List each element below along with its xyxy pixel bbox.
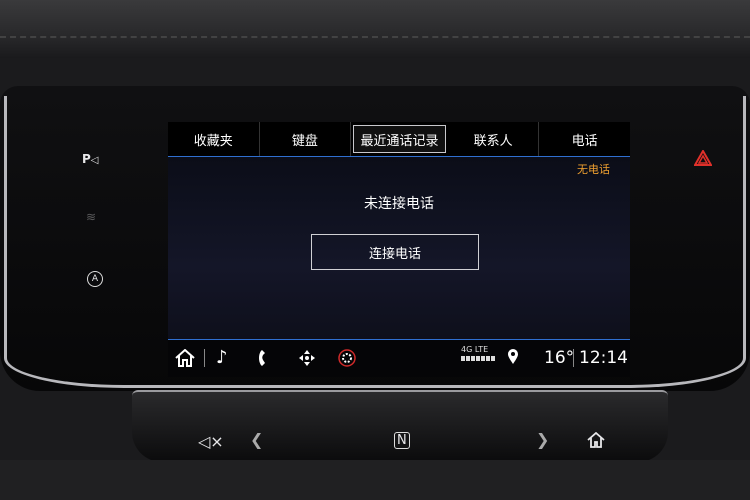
- park-assist-label: P: [82, 152, 91, 166]
- time-divider: [573, 349, 574, 367]
- tab-contacts[interactable]: 联系人: [448, 122, 540, 156]
- dashboard-stitching: [0, 36, 750, 38]
- location-pin-icon: [508, 349, 518, 364]
- no-phone-status: 无电话: [577, 163, 610, 176]
- bottom-bar: ♪ 4G LTE 16° 12:14: [168, 339, 630, 377]
- volume-down-icon[interactable]: ❮: [250, 430, 263, 449]
- network-type: 4G LTE: [461, 345, 489, 354]
- home-icon[interactable]: [174, 349, 196, 367]
- volume-up-icon[interactable]: ❯: [536, 430, 549, 449]
- connect-phone-button[interactable]: 连接电话: [311, 234, 479, 270]
- left-side-panel: P◁ ≋ A: [30, 128, 165, 366]
- phone-tab-bar: 收藏夹 键盘 最近通话记录 联系人 电话: [168, 122, 630, 157]
- not-connected-message: 未连接电话: [364, 196, 434, 212]
- auto-stop-button[interactable]: A: [87, 271, 103, 287]
- bottom-divider: [204, 349, 205, 367]
- auto-stop-label: A: [91, 274, 99, 284]
- music-icon[interactable]: ♪: [216, 346, 228, 370]
- phone-icon[interactable]: [258, 349, 272, 367]
- mute-icon[interactable]: ◁×: [198, 432, 224, 451]
- park-assist-icon: ◁: [90, 155, 99, 166]
- phone-content-area: 无电话 未连接电话 连接电话: [168, 157, 630, 339]
- tab-favorites[interactable]: 收藏夹: [168, 122, 260, 156]
- tab-recent-calls[interactable]: 最近通话记录: [353, 125, 446, 153]
- tab-phone[interactable]: 电话: [539, 122, 630, 156]
- right-side-panel: [632, 128, 742, 366]
- tab-keypad[interactable]: 键盘: [260, 122, 352, 156]
- hazard-icon[interactable]: [694, 150, 712, 166]
- park-assist-button[interactable]: P◁: [82, 152, 99, 166]
- clock: 12:14: [579, 348, 628, 368]
- temperature-readout: 16°: [544, 348, 575, 368]
- lane-assist-icon[interactable]: ≋: [86, 210, 96, 224]
- home-hardkey-icon[interactable]: [587, 432, 605, 448]
- settings-gear-icon[interactable]: [336, 348, 358, 368]
- infotainment-screen: 收藏夹 键盘 最近通话记录 联系人 电话 无电话 未连接电话 连接电话 ♪ 4G…: [168, 122, 630, 377]
- dashboard-top: [0, 0, 750, 58]
- dashboard-bottom: [0, 460, 750, 500]
- nfc-icon[interactable]: N: [394, 432, 410, 449]
- navigation-pad-icon[interactable]: [298, 349, 316, 367]
- signal-strength-icon: [461, 356, 495, 361]
- control-strip: ◁× ❮ N ❯: [132, 390, 668, 462]
